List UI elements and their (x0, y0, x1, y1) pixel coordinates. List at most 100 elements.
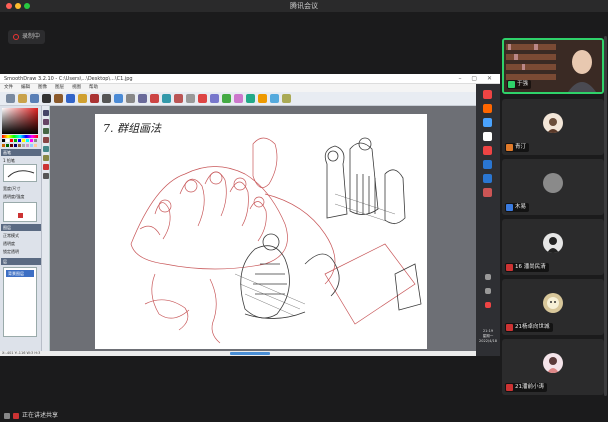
tray-icon[interactable] (485, 274, 491, 280)
avatar (543, 293, 563, 313)
mixer-brush-icon[interactable] (210, 94, 219, 103)
chalk-brush-icon[interactable] (246, 94, 255, 103)
browser-icon[interactable] (483, 118, 492, 127)
window-controls[interactable]: – ▢ ✕ (458, 74, 496, 84)
blur-brush-icon[interactable] (138, 94, 147, 103)
participant-tile[interactable]: 21潘前小涛 (502, 339, 604, 395)
meeting-titlebar: 腾讯会议 (0, 0, 608, 12)
mic-muted-icon (13, 413, 19, 419)
color-picker[interactable] (2, 108, 38, 134)
menu-image[interactable]: 图像 (38, 84, 47, 92)
menu-help[interactable]: 帮助 (89, 84, 98, 92)
smoothdraw-menubar: 文件 编辑 图像 图层 视图 帮助 (0, 84, 476, 92)
airbrush-icon[interactable] (102, 94, 111, 103)
crayon-brush-icon[interactable] (78, 94, 87, 103)
ink-brush-icon[interactable] (90, 94, 99, 103)
participant-list-scrollbar[interactable] (604, 36, 607, 396)
open-file-icon[interactable] (18, 94, 27, 103)
fountain-pen-icon[interactable] (270, 94, 279, 103)
smoothdraw-titlebar: SmoothDraw 3.2.10 - C:\Users\...\Desktop… (0, 74, 500, 84)
recording-badge[interactable]: 录制中 (8, 30, 46, 44)
sparkle-brush-icon[interactable] (234, 94, 243, 103)
record-icon (13, 34, 19, 40)
participant-tile[interactable]: 16 潘尚民清 (502, 219, 604, 275)
participant-tile[interactable]: 21杨卓向世城 (502, 279, 604, 335)
select-tool-icon[interactable] (43, 110, 49, 116)
save-file-icon[interactable] (30, 94, 39, 103)
mic-muted-icon (506, 204, 513, 211)
smudge-brush-icon[interactable] (126, 94, 135, 103)
pencil-brush-icon[interactable] (54, 94, 63, 103)
spray-brush-icon[interactable] (174, 94, 183, 103)
network-icon[interactable] (485, 302, 491, 308)
mic-muted-icon (506, 324, 513, 331)
layer-list: 背景图层 (3, 267, 37, 337)
pdf-icon[interactable] (483, 146, 492, 155)
volume-icon[interactable] (485, 288, 491, 294)
drawing-canvas[interactable]: 7. 群组画法 (95, 114, 427, 349)
picker-tool-icon[interactable] (43, 137, 49, 143)
app-icon[interactable] (483, 90, 492, 99)
layer-list-header[interactable]: 层 (1, 258, 41, 265)
flood-fill-icon[interactable] (198, 94, 207, 103)
zoom-tool-icon[interactable] (43, 146, 49, 152)
avatar (543, 113, 563, 133)
minimize-window-icon[interactable] (15, 3, 21, 9)
smoothdraw-taskbar-icon[interactable] (483, 188, 492, 197)
layer-blend-mode[interactable]: 正常模式 (3, 233, 19, 239)
move-tool-icon[interactable] (43, 119, 49, 125)
participant-name: 木易 (515, 204, 527, 210)
brush-settings-box[interactable] (3, 202, 37, 222)
participant-tile[interactable]: 青汀 (502, 99, 604, 155)
hand-tool-icon[interactable] (43, 155, 49, 161)
chrome-icon[interactable] (483, 132, 492, 141)
participant-name: 21杨卓向世城 (515, 324, 550, 330)
chat-app-icon[interactable] (483, 174, 492, 183)
participant-name-tag: 21潘前小涛 (505, 383, 547, 392)
participant-tile-active[interactable]: 于强 (502, 38, 604, 94)
brush-section-header[interactable]: 画笔 (1, 149, 41, 156)
meeting-app-icon[interactable] (483, 160, 492, 169)
star-brush-icon[interactable] (162, 94, 171, 103)
water-brush-icon[interactable] (114, 94, 123, 103)
lock-transparency-checkbox[interactable]: 锁定透明 (3, 249, 19, 255)
pen-brush-icon[interactable] (42, 94, 51, 103)
texture-brush-icon[interactable] (282, 94, 291, 103)
eraser-icon[interactable] (186, 94, 195, 103)
menu-file[interactable]: 文件 (4, 84, 13, 92)
size-label: 宽度/尺寸 (3, 186, 21, 191)
leaf-brush-icon[interactable] (222, 94, 231, 103)
marker-brush-icon[interactable] (66, 94, 75, 103)
hue-slider[interactable] (2, 135, 38, 138)
brush-preview (3, 164, 37, 182)
oil-brush-icon[interactable] (258, 94, 267, 103)
brush-color-indicator (18, 213, 23, 218)
mic-muted-icon (506, 264, 513, 271)
menu-view[interactable]: 视图 (72, 84, 81, 92)
zoom-window-icon[interactable] (24, 3, 30, 9)
new-file-icon[interactable] (6, 94, 15, 103)
taskbar-clock[interactable]: 21:19 星期一 2022/4/18 (476, 329, 500, 344)
zoom-slider[interactable] (230, 352, 270, 355)
mic-muted-icon (506, 384, 513, 391)
brush-tool-icon[interactable] (43, 164, 49, 170)
layer-item-background[interactable]: 背景图层 (6, 270, 34, 277)
text-tool-icon[interactable] (43, 173, 49, 179)
bottom-bar (0, 410, 608, 422)
fill-tool-icon[interactable] (43, 128, 49, 134)
clock-date: 2022/4/18 (479, 339, 497, 343)
layers-section-header[interactable]: 图层 (1, 224, 41, 231)
participant-name-tag: 21杨卓向世城 (505, 323, 553, 332)
grass-brush-icon[interactable] (150, 94, 159, 103)
layer-opacity-label: 透明度 (3, 241, 15, 246)
color-swatches[interactable] (2, 139, 38, 147)
participant-name: 16 潘尚民清 (515, 264, 546, 270)
participant-tile[interactable]: 木易 (502, 159, 604, 215)
menu-layer[interactable]: 图层 (55, 84, 64, 92)
tool-strip (42, 106, 50, 351)
close-window-icon[interactable] (6, 3, 12, 9)
menu-edit[interactable]: 编辑 (21, 84, 30, 92)
office-icon[interactable] (483, 104, 492, 113)
participant-name-tag: 于强 (507, 80, 532, 89)
participant-name-tag: 木易 (505, 203, 530, 212)
